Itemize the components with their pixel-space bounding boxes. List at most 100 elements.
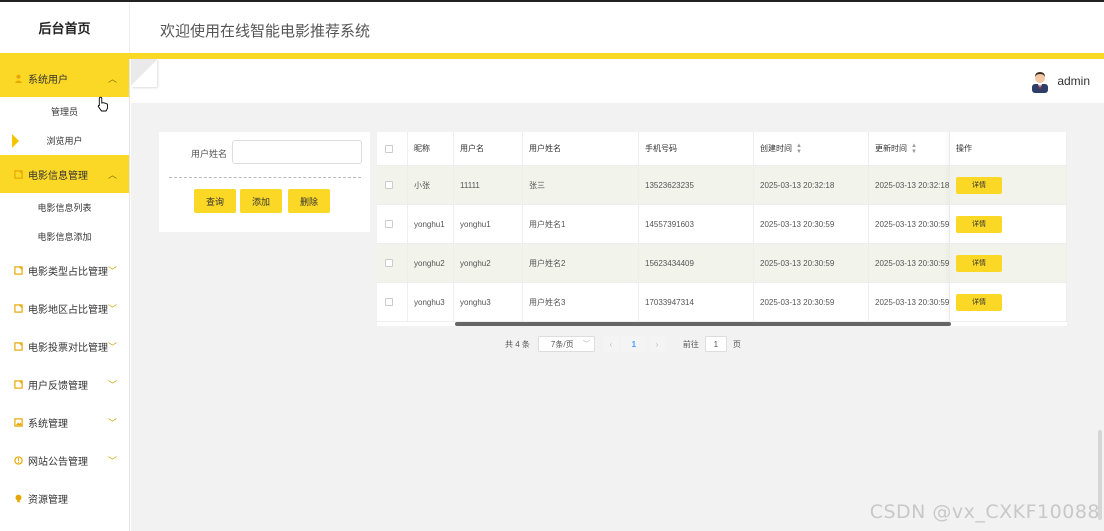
users-table: 昵称 用户名 用户姓名 手机号码 创建时间 ▲ ▼ 更新时间 ▲ ▼ 操作 小张 111… <box>377 132 1067 326</box>
table-row: yonghu1 yonghu1 用户姓名1 14557391603 2025-0… <box>377 205 1067 244</box>
chevron-down-icon: ﹀ <box>107 456 117 466</box>
goto-page-input[interactable]: 1 <box>704 336 727 352</box>
cell-username: yonghu3 <box>454 283 523 322</box>
sidebar-group-system-manage[interactable]: 系统管理 ﹀ <box>0 403 129 441</box>
next-page-button[interactable]: › <box>648 336 665 352</box>
cell-created: 2025-03-13 20:30:59 <box>754 244 869 283</box>
image-icon <box>14 417 23 427</box>
prev-page-button[interactable]: ‹ <box>602 336 619 352</box>
username: admin <box>1057 74 1090 88</box>
note-icon <box>14 169 23 179</box>
watermark: CSDN @vx_CXKF10088 <box>869 501 1100 523</box>
detail-button[interactable]: 详情 <box>956 215 1002 233</box>
column-header: 用户姓名 <box>523 132 639 166</box>
sidebar-group-label: 电影投票对比管理 <box>28 342 108 354</box>
chevron-down-icon: ﹀ <box>107 304 117 314</box>
name-search-input[interactable] <box>232 140 362 164</box>
sidebar-group-resources[interactable]: 资源管理 <box>0 479 129 517</box>
sidebar-item-label: 电影信息添加 <box>37 232 92 242</box>
column-header-label: 创建时间 <box>760 144 792 153</box>
detail-button[interactable]: 详情 <box>956 293 1002 311</box>
chevron-down-icon: ﹀ <box>107 266 117 276</box>
chevron-up-icon: ︿ <box>107 170 117 180</box>
row-checkbox-cell <box>377 205 408 244</box>
sub-header: admin <box>131 59 1104 103</box>
row-checkbox[interactable] <box>385 259 393 267</box>
sidebar-group-label: 网站公告管理 <box>28 456 88 468</box>
note-icon <box>14 379 23 389</box>
detail-button[interactable]: 详情 <box>956 176 1002 194</box>
sidebar-group-label: 用户反馈管理 <box>28 380 88 392</box>
cell-updated: 2025-03-13 20:30:59 <box>869 283 950 322</box>
table-horizontal-scrollbar[interactable] <box>455 322 951 326</box>
chevron-down-icon: ﹀ <box>582 341 590 348</box>
sidebar-group-label: 系统用户 <box>28 74 68 86</box>
note-icon <box>14 303 23 313</box>
column-header-label: 更新时间 <box>875 144 907 153</box>
column-header-created[interactable]: 创建时间 ▲ ▼ <box>754 132 869 166</box>
sidebar-group-movie-type-ratio[interactable]: 电影类型占比管理 ﹀ <box>0 251 129 289</box>
chevron-up-icon: ︿ <box>107 74 117 84</box>
sidebar-item-movie-add[interactable]: 电影信息添加 <box>0 222 129 251</box>
sidebar-group-label: 电影信息管理 <box>28 170 88 182</box>
cell-phone: 13523623235 <box>639 166 754 205</box>
sidebar-group-announcements[interactable]: 网站公告管理 ﹀ <box>0 441 129 479</box>
goto-suffix: 页 <box>732 339 741 349</box>
delete-button[interactable]: 删除 <box>288 189 330 213</box>
add-button[interactable]: 添加 <box>240 189 282 213</box>
pagination: 共 4 条 7条/页 ﹀ ‹ 1 › 前往 1 页 <box>505 336 741 352</box>
column-header-updated[interactable]: 更新时间 ▲ ▼ <box>869 132 950 166</box>
select-all-checkbox[interactable] <box>385 144 393 153</box>
sidebar-item-browse-users[interactable]: 浏览用户 <box>0 126 129 155</box>
table-row: yonghu3 yonghu3 用户姓名3 17033947314 2025-0… <box>377 283 1067 322</box>
cell-phone: 17033947314 <box>639 283 754 322</box>
main-content: admin 用户姓名 查询 添加 删除 昵称 用户名 用户姓名 手机号码 创建时… <box>131 59 1104 531</box>
chevron-down-icon: ﹀ <box>107 380 117 390</box>
sidebar-item-admin[interactable]: 管理员 <box>0 97 129 126</box>
sidebar: 系统用户 ︿ 管理员 浏览用户 电影信息管理 ︿ 电影信息列表 电影信息添加 电… <box>0 59 130 531</box>
home-link[interactable]: 后台首页 <box>0 2 130 53</box>
goto-label: 前往 <box>682 339 699 349</box>
page-size-select[interactable]: 7条/页 ﹀ <box>537 336 595 352</box>
table-header: 昵称 用户名 用户姓名 手机号码 创建时间 ▲ ▼ 更新时间 ▲ ▼ 操作 <box>377 132 1067 166</box>
note-icon <box>14 341 23 351</box>
note-icon <box>14 265 23 275</box>
column-header: 手机号码 <box>639 132 754 166</box>
bulb-icon <box>14 494 23 503</box>
sidebar-group-system-users[interactable]: 系统用户 ︿ <box>0 59 129 97</box>
fixed-column-shadow <box>950 132 951 322</box>
row-checkbox-cell <box>377 283 408 322</box>
sidebar-group-movie-info[interactable]: 电影信息管理 ︿ <box>0 155 129 193</box>
cell-real-name: 用户姓名3 <box>523 283 639 322</box>
sort-icon[interactable]: ▲ ▼ <box>911 143 917 155</box>
active-marker-icon <box>12 134 19 148</box>
user-menu[interactable]: admin <box>1029 69 1090 93</box>
cell-created: 2025-03-13 20:30:59 <box>754 283 869 322</box>
sidebar-item-movie-list[interactable]: 电影信息列表 <box>0 193 129 222</box>
query-button[interactable]: 查询 <box>194 189 236 213</box>
row-checkbox[interactable] <box>385 298 393 306</box>
sidebar-group-user-feedback[interactable]: 用户反馈管理 ﹀ <box>0 365 129 403</box>
divider <box>169 177 361 178</box>
row-checkbox[interactable] <box>385 220 393 228</box>
sidebar-item-label: 管理员 <box>50 107 78 117</box>
detail-button[interactable]: 详情 <box>956 254 1002 272</box>
row-checkbox[interactable] <box>385 181 393 189</box>
column-header: 用户名 <box>454 132 523 166</box>
goto-page: 前往 1 页 <box>683 336 741 352</box>
sort-icon[interactable]: ▲ ▼ <box>796 143 802 155</box>
search-panel: 用户姓名 查询 添加 删除 <box>159 132 370 232</box>
sidebar-group-label: 电影类型占比管理 <box>28 266 108 278</box>
cell-nickname: yonghu3 <box>408 283 454 322</box>
sidebar-group-label: 电影地区占比管理 <box>28 304 108 316</box>
sidebar-group-movie-vote-compare[interactable]: 电影投票对比管理 ﹀ <box>0 327 129 365</box>
total-count: 共 4 条 <box>505 339 530 349</box>
cell-updated: 2025-03-13 20:32:18 <box>869 166 950 205</box>
cell-updated: 2025-03-13 20:30:59 <box>869 244 950 283</box>
sidebar-group-movie-region-ratio[interactable]: 电影地区占比管理 ﹀ <box>0 289 129 327</box>
page-size-value: 7条/页 <box>550 339 574 349</box>
page-number[interactable]: 1 <box>620 336 647 352</box>
collapse-toggle[interactable] <box>131 59 157 87</box>
cell-nickname: 小张 <box>408 166 454 205</box>
hand-cursor-icon <box>97 96 109 112</box>
